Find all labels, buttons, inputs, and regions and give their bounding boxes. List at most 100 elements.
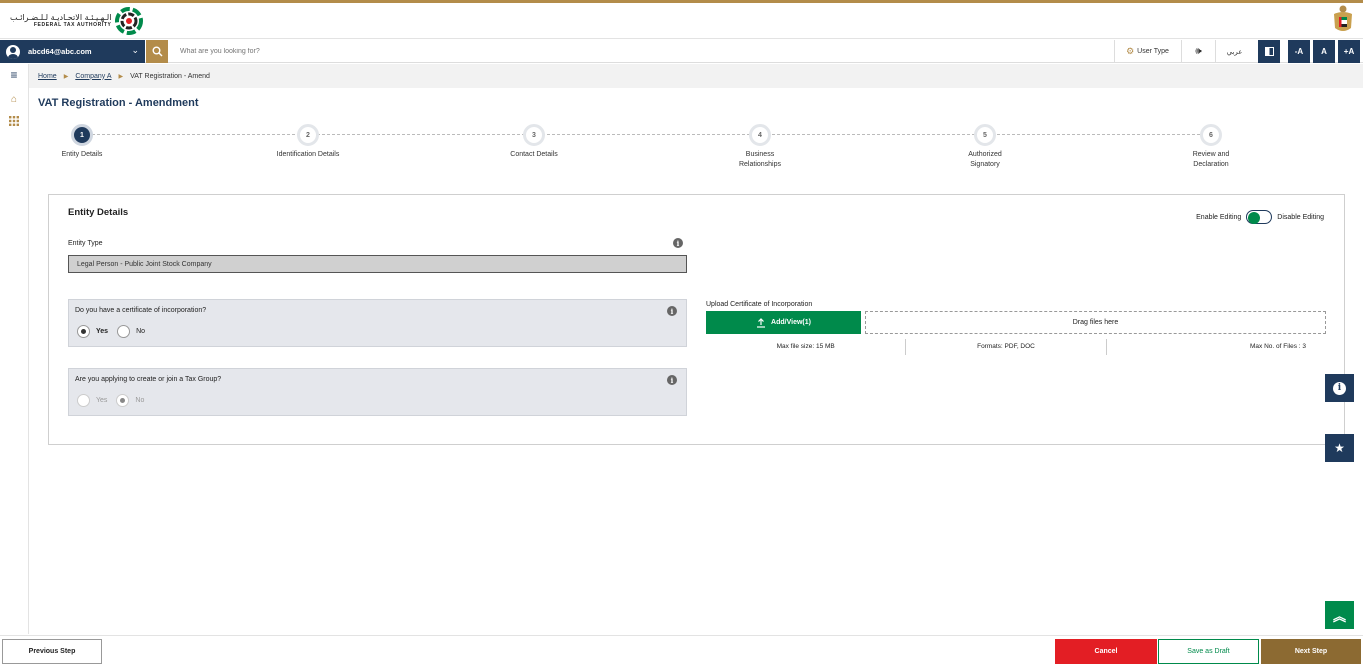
chevron-down-icon: ⌄ [131, 45, 139, 55]
certificate-question: Do you have a certificate of incorporati… [68, 299, 687, 347]
tax-group-yes-label[interactable]: Yes [96, 397, 107, 404]
add-view-button[interactable]: Add/View(1) [706, 311, 861, 334]
gear-icon: ⚙ [1126, 46, 1135, 56]
breadcrumb-company-link[interactable]: Company A [75, 73, 111, 80]
double-chevron-up-icon: ︽ [1332, 608, 1346, 624]
scroll-top-button[interactable]: ︽ [1325, 601, 1354, 629]
favorite-float-button[interactable]: ★ [1325, 434, 1354, 462]
step-entity-details[interactable]: 1 Entity Details [27, 124, 137, 160]
text-to-speech-button[interactable]: 🕪 [1181, 40, 1215, 63]
max-file-size: Max file size: 15 MB [776, 343, 835, 350]
editing-toggle[interactable] [1246, 210, 1273, 224]
apps-grid-icon[interactable] [7, 114, 21, 128]
breadcrumb-separator-icon: ▶ [63, 73, 69, 80]
step-authorized-signatory[interactable]: 5 Authorized Signatory [930, 124, 1040, 169]
next-step-button[interactable]: Next Step [1261, 639, 1361, 664]
font-decrease-button[interactable]: -A [1288, 40, 1310, 63]
entity-type-label: Entity Type [68, 240, 103, 247]
tax-group-radio-group: Yes No [77, 394, 153, 407]
upload-label: Upload Certificate of Incorporation [706, 301, 813, 308]
certificate-yes-radio[interactable] [77, 325, 90, 338]
step-business-relationships[interactable]: 4 Business Relationships [705, 124, 815, 169]
contrast-button[interactable] [1258, 40, 1280, 63]
tax-group-no-radio[interactable] [116, 394, 130, 407]
info-icon[interactable]: i [673, 238, 683, 248]
certificate-yes-label[interactable]: Yes [96, 328, 108, 335]
disable-editing-label: Disable Editing [1277, 213, 1324, 221]
tax-group-no-label[interactable]: No [135, 397, 144, 404]
step-number: 4 [749, 124, 771, 146]
tax-group-question-text: Are you applying to create or join a Tax… [75, 376, 222, 383]
footer-actions: Previous Step Cancel Save as Draft Next … [0, 635, 1363, 666]
file-drop-zone[interactable]: Drag files here [865, 311, 1326, 334]
max-files: Max No. of Files : 3 [1105, 339, 1326, 355]
info-icon: i [1333, 381, 1346, 395]
breadcrumb-home-link[interactable]: Home [38, 73, 57, 80]
certificate-no-radio[interactable] [117, 325, 131, 338]
user-avatar-icon [6, 44, 20, 59]
font-increase-button[interactable]: +A [1338, 40, 1360, 63]
step-number: 3 [523, 124, 545, 146]
fta-logo-icon [115, 7, 144, 35]
font-normal-button[interactable]: A [1313, 40, 1335, 63]
info-float-button[interactable]: i [1325, 374, 1354, 402]
hamburger-menu-icon[interactable]: ≡ [7, 68, 21, 82]
page-title: VAT Registration - Amendment [38, 97, 199, 109]
add-view-label: Add/View(1) [771, 319, 811, 326]
search-icon [152, 46, 162, 57]
cancel-button[interactable]: Cancel [1055, 639, 1157, 664]
card-title: Entity Details [68, 207, 129, 218]
certificate-question-text: Do you have a certificate of incorporati… [75, 307, 207, 314]
home-icon[interactable]: ⌂ [7, 92, 21, 106]
contrast-icon [1264, 47, 1274, 56]
info-icon[interactable]: i [667, 306, 677, 316]
breadcrumb: Home ▶ Company A ▶ VAT Registration - Am… [29, 64, 1363, 88]
certificate-no-label[interactable]: No [136, 328, 145, 335]
logo-arabic-text: الـهـيـئـة الاتحـاديـة لـلـضـرائـب [10, 13, 112, 22]
tax-group-question: Are you applying to create or join a Tax… [68, 368, 687, 416]
allowed-formats: Formats: PDF, DOC [905, 339, 1105, 355]
step-contact-details[interactable]: 3 Contact Details [479, 124, 589, 160]
star-icon: ★ [1334, 441, 1345, 455]
fta-logo[interactable]: الـهـيـئـة الاتحـاديـة لـلـضـرائـب FEDER… [10, 6, 144, 36]
uae-emblem-icon [1334, 5, 1352, 31]
enable-editing-label: Enable Editing [1196, 213, 1242, 221]
upload-icon [757, 317, 766, 328]
breadcrumb-separator-icon: ▶ [118, 73, 124, 80]
step-number: 5 [974, 124, 996, 146]
top-toolbar: abcd64@abc.com ⌄ ⚙ User Type 🕪 عربي -A A… [0, 40, 1363, 63]
step-review-declaration[interactable]: 6 Review and Declaration [1156, 124, 1266, 169]
logo-english-text: FEDERAL TAX AUTHORITY [33, 22, 112, 28]
user-type-button[interactable]: ⚙ User Type [1114, 40, 1180, 63]
sidebar: ≡ ⌂ [0, 64, 29, 634]
step-label: Review and Declaration [1192, 151, 1230, 168]
step-number: 6 [1200, 124, 1222, 146]
language-switch-button[interactable]: عربي [1215, 40, 1253, 63]
breadcrumb-current: VAT Registration - Amend [130, 72, 210, 80]
stepper-connector [82, 134, 1210, 135]
user-type-label: User Type [1137, 48, 1169, 55]
user-email: abcd64@abc.com [28, 47, 92, 56]
speaker-icon: 🕪 [1195, 46, 1202, 57]
previous-step-button[interactable]: Previous Step [2, 639, 102, 664]
editing-toggle-group: Enable Editing Disable Editing [1196, 210, 1324, 224]
upload-constraints: Max file size: 15 MB Formats: PDF, DOC M… [706, 339, 1326, 355]
step-label: Entity Details [61, 151, 103, 158]
search-button[interactable] [146, 40, 168, 63]
search-input[interactable] [172, 40, 1102, 63]
certificate-radio-group: Yes No [77, 325, 154, 338]
entity-type-field: Legal Person - Public Joint Stock Compan… [68, 255, 687, 273]
step-label: Authorized Signatory [968, 151, 1002, 168]
step-identification-details[interactable]: 2 Identification Details [253, 124, 363, 160]
user-menu[interactable]: abcd64@abc.com ⌄ [0, 40, 145, 63]
info-icon[interactable]: i [667, 375, 677, 385]
tax-group-yes-radio[interactable] [77, 394, 90, 407]
entity-details-card: Entity Details Enable Editing Disable Ed… [48, 194, 1345, 445]
step-label: Contact Details [510, 151, 558, 158]
site-header: الـهـيـئـة الاتحـاديـة لـلـضـرائـب FEDER… [0, 3, 1363, 39]
step-number: 1 [71, 124, 93, 146]
step-number: 2 [297, 124, 319, 146]
step-label: Business Relationships [738, 151, 782, 168]
step-label: Identification Details [276, 151, 340, 158]
save-draft-button[interactable]: Save as Draft [1158, 639, 1259, 664]
